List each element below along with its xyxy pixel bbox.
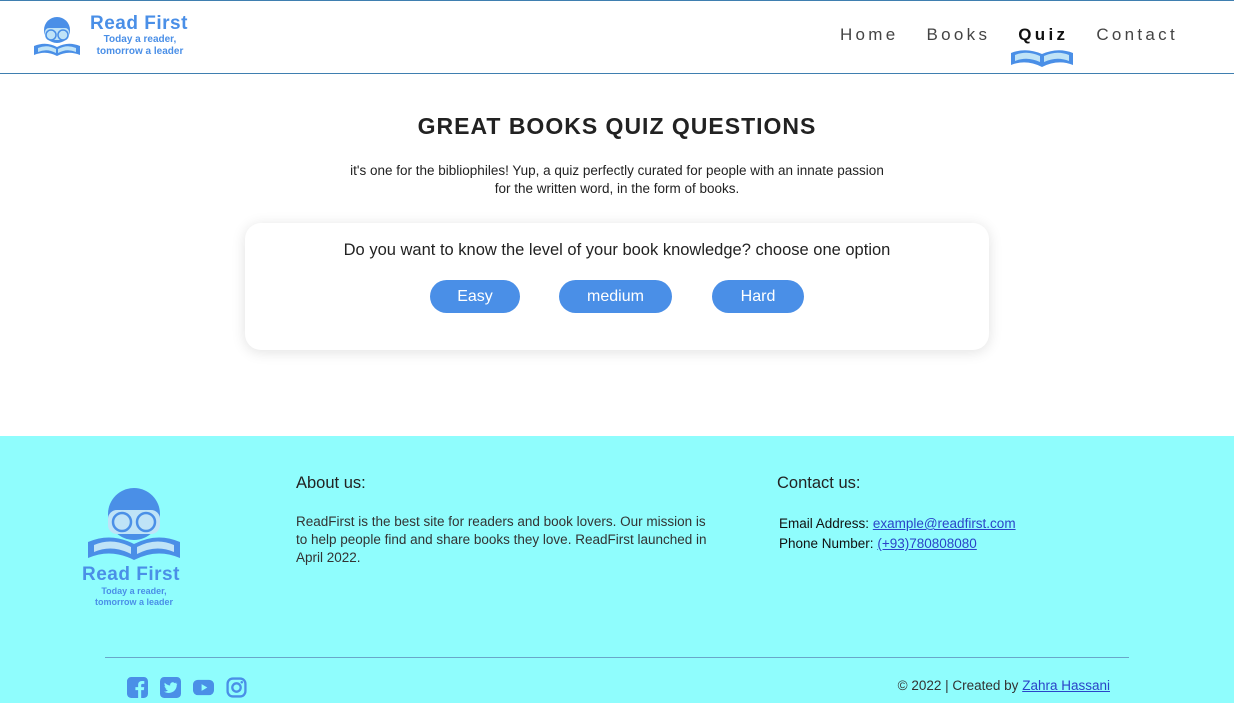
page-intro: it's one for the bibliophiles! Yup, a qu…	[350, 163, 884, 196]
nav-contact[interactable]: Contact	[1096, 25, 1178, 45]
facebook-icon[interactable]	[127, 677, 148, 698]
site-footer: Read First Today a reader, tomorrow a le…	[0, 436, 1234, 703]
email-label: Email Address:	[779, 516, 870, 531]
social-links	[127, 677, 247, 698]
copyright-text: © 2022 | Created by	[897, 678, 1019, 693]
instagram-icon[interactable]	[226, 677, 247, 698]
footer-logo[interactable]: Read First Today a reader, tomorrow a le…	[78, 482, 194, 612]
medium-button[interactable]: medium	[559, 280, 672, 313]
main-nav: Home Books Quiz Contact	[812, 25, 1178, 67]
easy-button[interactable]: Easy	[430, 280, 520, 313]
twitter-icon[interactable]	[160, 677, 181, 698]
brand-tagline: Today a reader, tomorrow a leader	[96, 34, 184, 57]
footer-divider	[105, 657, 1129, 658]
phone-link[interactable]: (+93)780808080	[877, 536, 976, 551]
footer-brand-tagline: Today a reader, tomorrow a leader	[94, 586, 174, 607]
about-heading: About us:	[296, 474, 366, 492]
phone-row: Phone Number: (+93)780808080	[779, 534, 1016, 554]
nav-quiz[interactable]: Quiz	[1011, 25, 1074, 67]
email-link[interactable]: example@readfirst.com	[873, 516, 1016, 531]
footer-brand-name: Read First	[82, 564, 180, 585]
contact-heading: Contact us:	[777, 474, 861, 492]
page-title: GREAT BOOKS QUIZ QUESTIONS	[417, 113, 817, 139]
youtube-icon[interactable]	[193, 677, 214, 698]
brand-name: Read First	[90, 13, 188, 34]
nav-home[interactable]: Home	[840, 25, 899, 45]
hard-button[interactable]: Hard	[712, 280, 804, 313]
quiz-level-card: Do you want to know the level of your bo…	[245, 223, 989, 350]
reader-logo-icon	[34, 17, 80, 56]
reader-logo-icon	[88, 488, 180, 560]
quiz-question: Do you want to know the level of your bo…	[343, 241, 891, 259]
author-link[interactable]: Zahra Hassani	[1022, 678, 1110, 693]
contact-details: Email Address: example@readfirst.com Pho…	[779, 514, 1016, 554]
phone-label: Phone Number:	[779, 536, 874, 551]
open-book-icon	[1011, 50, 1074, 67]
brand-logo[interactable]: Read First Today a reader, tomorrow a le…	[32, 13, 192, 63]
site-header: Read First Today a reader, tomorrow a le…	[0, 0, 1234, 74]
nav-books[interactable]: Books	[927, 25, 991, 45]
copyright: © 2022 | Created by Zahra Hassani	[898, 678, 1110, 693]
nav-quiz-label: Quiz	[1018, 25, 1069, 44]
email-row: Email Address: example@readfirst.com	[779, 514, 1016, 534]
about-text: ReadFirst is the best site for readers a…	[296, 514, 707, 565]
